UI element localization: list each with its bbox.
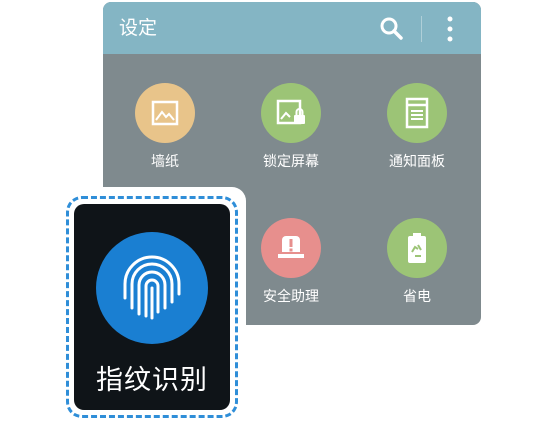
lock-screen-icon-circle [261,83,321,143]
wallpaper-icon-circle [135,83,195,143]
power-saving-icon [408,233,426,263]
more-vert-icon [447,16,453,42]
fingerprint-icon [123,255,181,320]
safety-assistance-icon-circle [261,218,321,278]
settings-item-notification-panel[interactable]: 通知面板 [357,83,477,203]
safety-assistance-icon [278,236,304,258]
settings-item-fingerprint[interactable]: 指纹识别 [74,204,230,410]
settings-item-label: 锁定屏幕 [263,154,319,170]
notification-panel-icon-circle [387,83,447,143]
settings-item-label: 安全助理 [263,289,319,305]
fingerprint-label: 指纹识别 [96,365,208,396]
page-title: 设定 [119,17,158,39]
search-button[interactable] [377,14,407,44]
search-icon [380,17,403,40]
settings-item-label: 省电 [403,289,431,305]
more-options-button[interactable] [441,14,459,44]
settings-item-power-saving[interactable]: 省电 [357,218,477,325]
settings-item-label: 通知面板 [389,154,445,170]
toolbar-divider [421,16,422,42]
lock-screen-icon [276,99,305,125]
settings-item-safety-assistance[interactable]: 安全助理 [231,218,351,325]
settings-item-label: 墙纸 [151,154,179,170]
settings-item-lock-screen[interactable]: 锁定屏幕 [231,83,351,203]
power-saving-icon-circle [387,218,447,278]
fingerprint-icon-circle [96,232,208,344]
notification-panel-icon [405,97,429,129]
app-bar: 设定 [103,2,481,54]
settings-item-wallpaper[interactable]: 墙纸 [105,83,225,203]
wallpaper-icon [151,100,179,126]
